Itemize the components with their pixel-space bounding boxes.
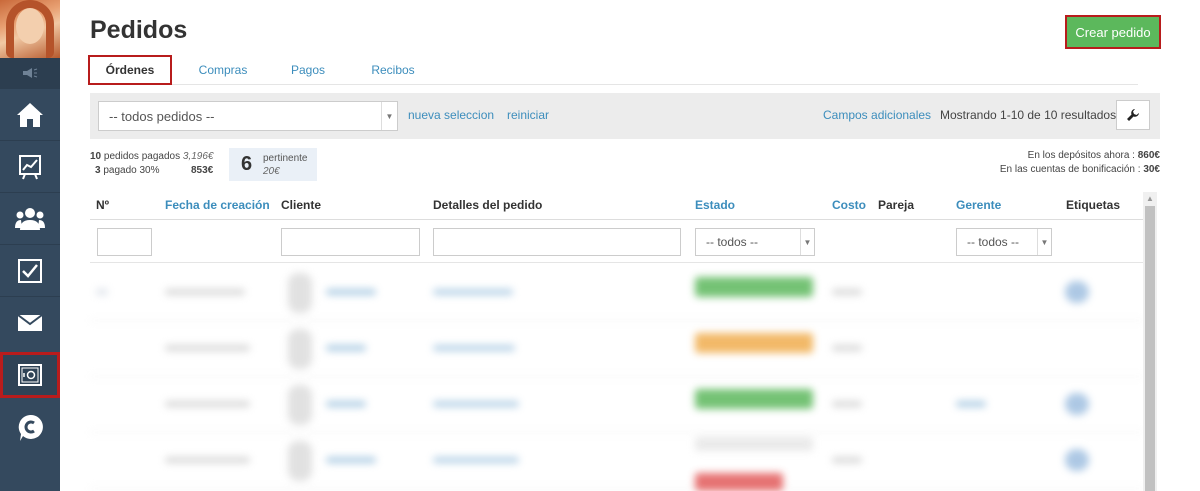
table-header: Nº Fecha de creación Cliente Detalles de… (90, 192, 1150, 220)
filter-bar: -- todos pedidos -- ▼ nueva seleccion re… (90, 93, 1160, 139)
chevron-down-icon: ▼ (800, 229, 814, 255)
home-icon (17, 102, 43, 127)
chart-icon (19, 154, 41, 179)
deposits-now-label: En los depósitos ahora : (1027, 150, 1135, 161)
deposits-summary: En los depósitos ahora : 860€ En las cue… (1000, 149, 1160, 177)
wrench-icon (1127, 109, 1139, 121)
table-row[interactable] (90, 321, 1144, 377)
table-scrollbar[interactable]: ▲ (1143, 192, 1157, 491)
chat-logo-icon (18, 414, 43, 441)
tab-pagos[interactable]: Pagos (278, 55, 338, 85)
th-pair: Pareja (878, 198, 915, 212)
th-cost[interactable]: Costo (832, 198, 866, 212)
sidebar (0, 0, 60, 491)
tab-ordenes[interactable]: Órdenes (88, 55, 172, 85)
paid-count: 10 (90, 151, 102, 162)
number-filter-input[interactable] (97, 228, 152, 256)
table-row[interactable] (90, 265, 1144, 321)
table-row[interactable] (90, 433, 1144, 491)
tab-compras[interactable]: Compras (188, 55, 258, 85)
checkbox-icon (18, 258, 42, 283)
sidebar-item-tasks[interactable] (0, 244, 60, 296)
pertinent-count: 6 (241, 153, 253, 175)
chevron-down-icon: ▼ (381, 102, 397, 130)
manager-filter-value: -- todos -- (967, 235, 1020, 249)
th-created[interactable]: Fecha de creación (165, 198, 270, 212)
results-count: Mostrando 1-10 de 10 resultados. (940, 108, 1120, 122)
pertinent-label: pertinente (263, 152, 308, 164)
scrollbar-thumb[interactable] (1145, 206, 1155, 491)
table-body (90, 265, 1144, 491)
th-tags: Etiquetas (1066, 198, 1121, 212)
main-content: Pedidos Crear pedido Órdenes Compras Pag… (60, 0, 1200, 491)
client-filter-input[interactable] (281, 228, 420, 256)
deposits-now-value: 860€ (1137, 150, 1160, 161)
th-client: Cliente (281, 198, 322, 212)
scroll-up-icon[interactable]: ▲ (1146, 194, 1154, 203)
pertinent-box[interactable]: 6 pertinente 20€ (229, 148, 317, 181)
avatar[interactable] (0, 0, 60, 58)
table-filter-row: -- todos -- ▼ -- todos -- ▼ (90, 221, 1150, 263)
paid-amount: 3,196€ (182, 151, 214, 162)
order-selection-value: -- todos pedidos -- (109, 108, 215, 124)
safe-icon (18, 364, 42, 386)
bonus-label: En las cuentas de bonificación : (999, 164, 1141, 175)
th-number: Nº (96, 198, 110, 212)
additional-fields-link[interactable]: Campos adicionales (823, 108, 931, 122)
partial-label: pagado 30% (103, 165, 160, 176)
partial-count: 3 (95, 165, 101, 176)
app: Pedidos Crear pedido Órdenes Compras Pag… (0, 0, 1200, 491)
sidebar-item-mail[interactable] (0, 296, 60, 348)
th-status[interactable]: Estado (695, 198, 735, 212)
tab-bar: Órdenes Compras Pagos Recibos (88, 55, 1138, 85)
create-order-button[interactable]: Crear pedido (1065, 15, 1161, 49)
tab-recibos[interactable]: Recibos (358, 55, 428, 85)
th-manager[interactable]: Gerente (956, 198, 1001, 212)
sidebar-item-home[interactable] (0, 88, 60, 140)
order-selection-select[interactable]: -- todos pedidos -- ▼ (98, 101, 398, 131)
details-filter-input[interactable] (433, 228, 681, 256)
sidebar-item-clients[interactable] (0, 192, 60, 244)
sidebar-item-reports[interactable] (0, 140, 60, 192)
new-selection-link[interactable]: nueva seleccion (408, 108, 494, 122)
announcements-button[interactable] (0, 58, 60, 88)
bonus-value: 30€ (1143, 164, 1160, 175)
users-icon (15, 207, 45, 230)
paid-label: pedidos pagados (103, 151, 181, 162)
manager-filter-select[interactable]: -- todos -- ▼ (956, 228, 1052, 256)
reset-link[interactable]: reiniciar (507, 108, 549, 122)
table-row[interactable] (90, 377, 1144, 433)
pertinent-amount: 20€ (263, 165, 280, 177)
sidebar-item-finance[interactable] (0, 352, 60, 398)
status-filter-value: -- todos -- (706, 235, 759, 249)
chevron-down-icon: ▼ (1037, 229, 1051, 255)
settings-button[interactable] (1116, 100, 1150, 130)
th-details: Detalles del pedido (433, 198, 543, 212)
sidebar-item-chat[interactable] (0, 402, 60, 454)
partial-amount: 853€ (191, 165, 214, 176)
page-title: Pedidos (90, 16, 188, 44)
status-filter-select[interactable]: -- todos -- ▼ (695, 228, 815, 256)
speaker-icon (23, 68, 38, 78)
mail-icon (17, 313, 43, 331)
